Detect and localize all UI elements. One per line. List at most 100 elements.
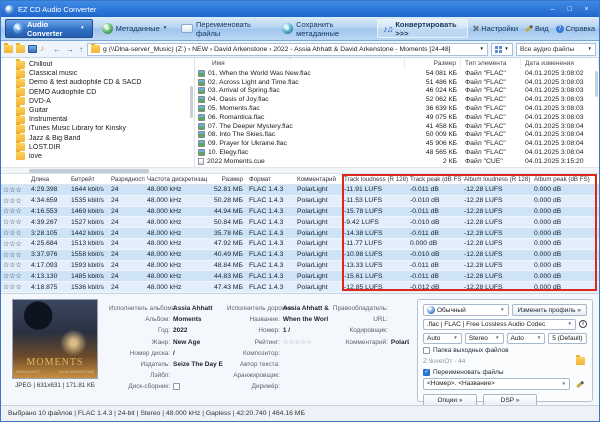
settings-button[interactable]: Настройки: [472, 24, 518, 33]
edit-pattern-button[interactable]: [573, 379, 587, 389]
save-metadata-button[interactable]: Сохранить метаданные: [277, 19, 373, 38]
view-button[interactable]: Вид: [525, 24, 549, 33]
view-mode-dropdown[interactable]: ▼: [491, 43, 513, 56]
track-rating-stars[interactable]: ☆☆☆: [1, 251, 29, 259]
samplerate-dropdown[interactable]: Auto ▼: [423, 333, 462, 345]
add-folder-icon[interactable]: [16, 45, 25, 53]
file-list-scrollbar[interactable]: [595, 71, 598, 97]
music-note-icon[interactable]: ♪: [40, 45, 49, 53]
maximize-button[interactable]: □: [561, 3, 578, 15]
field-value[interactable]: Seize The Day E: [173, 361, 223, 368]
compilation-checkbox[interactable]: [173, 383, 180, 390]
browse-folder-button[interactable]: [573, 356, 587, 366]
tree-item[interactable]: Classical music: [1, 69, 194, 78]
file-row[interactable]: 03. Arrival of Spring.flac46 024 КБФайл …: [195, 87, 599, 96]
metadata-menu[interactable]: Метаданные ▼: [97, 19, 173, 38]
track-row[interactable]: ☆☆☆4:34.6591535 kbit/s2448.000 kHz50.28 …: [1, 196, 599, 207]
column-header-length[interactable]: Длина: [29, 176, 69, 183]
new-folder-icon[interactable]: [4, 45, 13, 53]
track-rating-stars[interactable]: ☆☆☆: [1, 207, 29, 215]
column-header-comment[interactable]: Комментарий: [295, 176, 342, 183]
column-header-bitrate[interactable]: Битрейт: [69, 176, 109, 183]
file-row[interactable]: 05. Moments.flac36 639 КБФайл "FLAC"04.0…: [195, 104, 599, 113]
track-row[interactable]: ☆☆☆4:29.3981644 kbit/s2448.000 kHz52.81 …: [1, 185, 599, 196]
up-button[interactable]: ↑: [78, 45, 84, 54]
rename-files-button[interactable]: Переименовать файлы: [176, 19, 273, 38]
field-value[interactable]: /: [173, 350, 223, 357]
track-row[interactable]: ☆☆☆4:17.0931593 kbit/s2448.000 kHz48.84 …: [1, 261, 599, 272]
file-row[interactable]: 07. The Deeper Mystery.flac41 458 КБФайл…: [195, 122, 599, 131]
track-rating-stars[interactable]: ☆☆☆: [1, 186, 29, 194]
column-header-track-loudness[interactable]: Track loudness (R 128): [342, 176, 408, 183]
change-profile-button[interactable]: Изменить профиль »: [512, 304, 587, 316]
column-header-depth[interactable]: Разрядность: [109, 176, 145, 183]
breadcrumb[interactable]: g (\\Dlna-server_Music) (Z:) › NEW › Dav…: [87, 43, 488, 56]
column-header-date[interactable]: Дата изменения: [521, 58, 599, 69]
file-filter-dropdown[interactable]: Все аудио файлы ▼: [516, 43, 596, 56]
file-row[interactable]: 09. Prayer for Ukraine.flac45 906 КБФайл…: [195, 139, 599, 148]
tree-scrollbar[interactable]: [190, 86, 193, 118]
file-row[interactable]: 06. Romantica.flac49 075 КБФайл "FLAC"04…: [195, 113, 599, 122]
track-rating-stars[interactable]: ☆☆☆: [1, 261, 29, 269]
tree-item[interactable]: DEMO Audiophile CD: [1, 88, 194, 97]
codec-dropdown[interactable]: .flac | FLAC | Free Lossless Audio Codec…: [423, 319, 576, 331]
bitdepth-dropdown[interactable]: Auto ▼: [507, 333, 546, 345]
track-rating-stars[interactable]: ☆☆☆: [1, 283, 29, 291]
close-button[interactable]: ×: [578, 3, 595, 15]
output-folder-checkbox[interactable]: [423, 347, 430, 354]
track-row[interactable]: ☆☆☆3:28.1051442 kbit/s2448.000 kHz35.78 …: [1, 228, 599, 239]
column-header-album-loudness[interactable]: Album loudness (R 128): [462, 176, 532, 183]
field-value[interactable]: Moments: [173, 316, 223, 323]
track-row[interactable]: ☆☆☆3:37.9761558 kbit/s2448.000 kHz40.49 …: [1, 250, 599, 261]
rename-pattern-dropdown[interactable]: <Номер>. <Название> ▼: [423, 378, 570, 390]
column-header-track-peak[interactable]: Track peak (dB FS): [408, 176, 462, 183]
field-value[interactable]: ☆☆☆☆☆: [283, 338, 329, 346]
display-icon[interactable]: [28, 45, 37, 53]
rename-files-checkbox[interactable]: ✓: [423, 369, 430, 376]
album-art[interactable]: MOMENTS ASSIA AHHATT DAVID ARKENSTONE: [12, 299, 98, 379]
track-rating-stars[interactable]: ☆☆☆: [1, 272, 29, 280]
track-rating-stars[interactable]: ☆☆☆: [1, 197, 29, 205]
column-header-size[interactable]: Размер: [405, 58, 461, 69]
tree-item[interactable]: iTunes Music Library for Kinsky: [1, 124, 194, 133]
horizontal-scrollbar-thumb[interactable]: [29, 169, 149, 173]
tree-item[interactable]: Guitar: [1, 106, 194, 115]
column-header-type[interactable]: Тип элемента: [461, 58, 521, 69]
field-value[interactable]: New Age: [173, 339, 223, 346]
field-value[interactable]: Assia Ahhatt &: [283, 305, 329, 312]
column-header-name[interactable]: ^ Имя: [195, 58, 405, 69]
track-row[interactable]: ☆☆☆4:16.5531469 kbit/s2448.000 kHz44.94 …: [1, 207, 599, 218]
track-row[interactable]: ☆☆☆4:13.1301485 kbit/s2448.000 kHz44.83 …: [1, 271, 599, 282]
tree-item[interactable]: Chillout: [1, 60, 194, 69]
file-row[interactable]: 01. When the World Was New.flac54 081 КБ…: [195, 69, 599, 78]
column-header-album-peak[interactable]: Album peak (dB FS): [532, 176, 599, 183]
codec-info-icon[interactable]: i: [579, 320, 587, 328]
track-row[interactable]: ☆☆☆4:25.6841513 kbit/s2448.000 kHz47.92 …: [1, 239, 599, 250]
file-row[interactable]: 10. Elegy.flac48 565 КБФайл "FLAC"04.01.…: [195, 148, 599, 157]
file-row[interactable]: 02. Across Light and Time.flac51 486 КБФ…: [195, 78, 599, 87]
back-button[interactable]: ←: [52, 45, 62, 54]
column-header-size[interactable]: Размер: [207, 176, 247, 183]
audio-converter-menu[interactable]: Audio Converter ▼: [5, 19, 93, 38]
field-value[interactable]: 1 /: [283, 327, 329, 334]
profile-dropdown[interactable]: Обычный ▼: [423, 304, 509, 316]
field-value[interactable]: PolarLight: [391, 339, 409, 346]
field-value[interactable]: When the Worl: [283, 316, 329, 323]
track-row[interactable]: ☆☆☆4:39.2671527 kbit/s2448.000 kHz50.84 …: [1, 217, 599, 228]
tree-item[interactable]: Instrumental: [1, 115, 194, 124]
column-header-format[interactable]: Формат: [247, 176, 295, 183]
compression-dropdown[interactable]: 5 (Default) ▼: [548, 333, 587, 345]
tree-item[interactable]: LOST.DIR: [1, 143, 194, 152]
track-rating-stars[interactable]: ☆☆☆: [1, 218, 29, 226]
convert-button[interactable]: ♪♫ Конвертировать >>>: [377, 19, 468, 38]
file-row[interactable]: 04. Oasis of Joy.flac52 062 КБФайл "FLAC…: [195, 95, 599, 104]
tree-item[interactable]: DVD-A: [1, 97, 194, 106]
field-value[interactable]: 2022: [173, 327, 223, 334]
channels-dropdown[interactable]: Stereo ▼: [465, 333, 504, 345]
tree-item[interactable]: Jazz & Big Band: [1, 134, 194, 143]
track-rating-stars[interactable]: ☆☆☆: [1, 229, 29, 237]
tree-item[interactable]: Demo & test audiophile CD & SACD: [1, 78, 194, 87]
chevron-down-icon[interactable]: ▼: [480, 47, 484, 52]
column-header-rate[interactable]: Частота дискретизации: [145, 176, 207, 183]
forward-button[interactable]: →: [65, 45, 75, 54]
